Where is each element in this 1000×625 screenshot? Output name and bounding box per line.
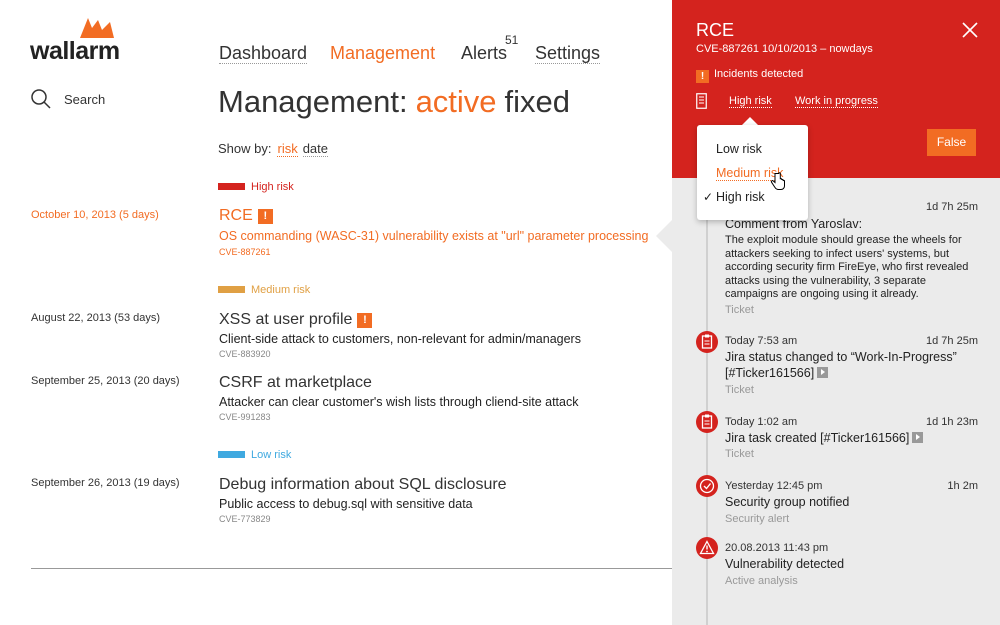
detail-subtitle: CVE-887261 10/10/2013 – nowdays [696,43,873,55]
false-positive-button[interactable]: False [927,129,976,156]
vuln-title[interactable]: Debug information about SQL disclosure [219,476,507,494]
alert-flag-icon: ! [357,313,373,328]
show-by: Show by: risk date [218,141,329,157]
timeline-tag: Active analysis [725,575,798,587]
panel-pointer [656,220,672,252]
divider [31,568,672,569]
vuln-description: OS commanding (WASC-31) vulnerability ex… [219,229,649,243]
nav-management[interactable]: Management [330,43,435,63]
status-link[interactable]: Work in progress [795,95,878,108]
vuln-description: Attacker can clear customer's wish lists… [219,395,579,409]
search-icon [31,89,51,109]
page-title-text: Management: [218,84,408,119]
risk-dropdown: Low risk Medium risk ✓ High risk [697,125,808,220]
alert-flag-icon: ! [696,70,709,83]
timeline-tag: Security alert [725,513,790,525]
vuln-description: Public access to debug.sql with sensitiv… [219,497,473,511]
sort-date[interactable]: date [302,141,329,157]
dropdown-item-high-risk[interactable]: High risk [716,190,765,204]
warning-icon [696,537,718,559]
timeline-ticket-link[interactable]: [#Ticker161566] [725,366,829,380]
dropdown-item-low-risk[interactable]: Low risk [716,142,762,156]
check-circle-icon [696,475,718,497]
group-medium-risk: Medium risk [218,284,310,296]
tab-active[interactable]: active [416,84,497,119]
show-by-label: Show by: [218,141,272,156]
nav-settings[interactable]: Settings [535,43,601,64]
timeline-time: 20.08.2013 11:43 pm [725,542,829,554]
timeline-body: The exploit module should grease the whe… [725,234,969,300]
search-label: Search [64,92,106,107]
vuln-date: September 25, 2013 (20 days) [31,375,180,387]
timeline-ticket-link[interactable]: Jira task created [#Ticker161566] [725,431,924,445]
group-low-risk: Low risk [218,449,291,461]
vuln-title[interactable]: RCE! [219,207,273,225]
vuln-description: Client-side attack to customers, non-rel… [219,332,581,346]
alert-flag-icon: ! [257,209,273,224]
vuln-cve: CVE-773829 [219,514,271,524]
risk-select-link[interactable]: High risk [729,95,772,108]
search-box[interactable]: Search [30,88,140,112]
timeline-title: Jira status changed to “Work-In-Progress… [725,350,957,364]
timeline-time: Today 1:02 am [725,416,798,428]
vuln-title[interactable]: CSRF at marketplace [219,374,372,392]
vuln-date: August 22, 2013 (53 days) [31,312,161,324]
timeline-title: Security group notified [725,495,850,509]
incidents-detected: ! Incidents detected [696,68,803,83]
arrow-right-icon [817,367,829,378]
timeline-tag: Ticket [725,448,754,460]
hand-cursor-icon [770,172,785,190]
vuln-date: September 26, 2013 (19 days) [31,477,180,489]
close-icon[interactable] [960,20,980,40]
timeline-ago: 1d 7h 25m [926,201,978,213]
timeline-ago: 1d 7h 25m [926,335,978,347]
vuln-cve: CVE-991283 [219,412,271,422]
vuln-cve: CVE-883920 [219,349,271,359]
timeline-time: Today 7:53 am [725,335,798,347]
arrow-right-icon [912,432,924,443]
group-high-risk: High risk [218,181,294,193]
detail-title: RCE [696,20,735,40]
timeline-title: Vulnerability detected [725,557,845,571]
nav-dashboard[interactable]: Dashboard [219,43,308,64]
timeline-tag: Ticket [725,304,754,316]
document-icon [696,93,707,109]
clipboard-icon [696,331,718,353]
timeline-ago: 1d 1h 23m [926,416,978,428]
sort-risk[interactable]: risk [277,141,298,157]
timeline-time: Yesterday 12:45 pm [725,480,823,492]
tab-fixed[interactable]: fixed [505,84,570,119]
alerts-count-badge: 51 [505,33,519,47]
logo-text: wallarm [30,37,120,65]
vuln-cve: CVE-887261 [219,247,271,257]
page-title: Management: active fixed [218,85,570,119]
checkmark-icon: ✓ [703,190,714,204]
vuln-date: October 10, 2013 (5 days) [31,209,159,221]
vuln-title[interactable]: XSS at user profile! [219,311,373,329]
nav-alerts[interactable]: Alerts [461,43,507,63]
timeline-tag: Ticket [725,384,754,396]
clipboard-icon [696,411,718,433]
timeline-ago: 1h 2m [947,480,978,492]
